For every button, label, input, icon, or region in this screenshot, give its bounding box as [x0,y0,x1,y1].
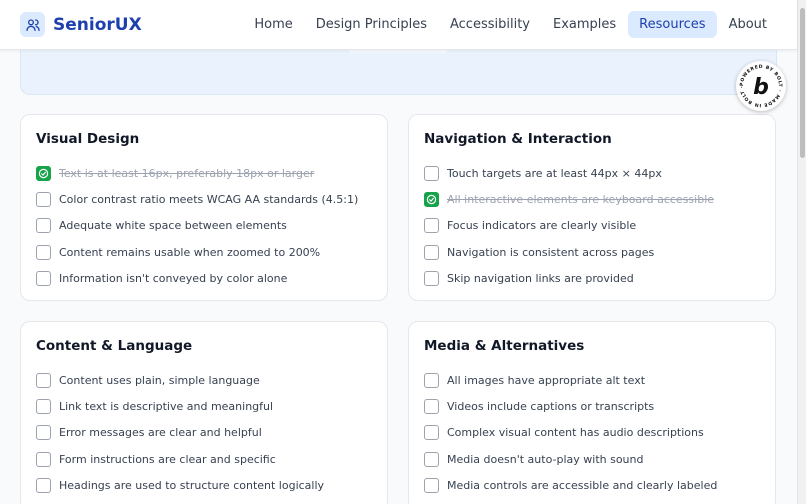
checklist-item[interactable]: Error messages are clear and helpful [36,424,262,440]
scrollbar-thumb[interactable] [800,8,805,158]
checkbox[interactable] [424,270,439,286]
checklist-item[interactable]: Touch targets are at least 44px × 44px [424,165,662,181]
checklist-item[interactable]: Content uses plain, simple language [36,372,260,388]
card-title: Visual Design [36,131,140,147]
users-icon [20,12,45,37]
item-label: Information isn't conveyed by color alon… [59,271,288,285]
item-label: Touch targets are at least 44px × 44px [447,166,662,180]
bolt-badge[interactable]: POWERED BY BOLT · MADE IN BOLT · NEW b [733,57,786,111]
check-circle-icon [38,168,49,178]
checklist-item[interactable]: Headings are used to structure content l… [36,477,324,493]
checklist-item[interactable]: All interactive elements are keyboard ac… [424,191,714,207]
checklist-item[interactable]: Information isn't conveyed by color alon… [36,270,287,286]
item-label: All images have appropriate alt text [447,373,646,387]
item-label: Videos include captions or transcripts [447,399,655,413]
item-label: Complex visual content has audio descrip… [447,425,704,439]
card-title: Navigation & Interaction [424,131,612,147]
item-label: All interactive elements are keyboard ac… [447,192,715,206]
checkbox-checked[interactable] [424,191,439,207]
checkbox[interactable] [424,217,439,233]
checkbox[interactable] [36,477,51,493]
item-label: Link text is descriptive and meaningful [59,399,274,413]
nav-link-about[interactable]: About [718,11,778,38]
item-label: Media doesn't auto-play with sound [447,452,644,466]
item-label: Navigation is consistent across pages [447,245,655,259]
checklist-item[interactable]: Skip navigation links are provided [424,270,634,286]
checkbox[interactable] [424,424,439,440]
checklist-card-content-language: Content & Language Content uses plain, s… [20,321,388,504]
card-title: Media & Alternatives [424,338,585,354]
checklist-item[interactable]: Media doesn't auto-play with sound [424,451,644,467]
brand-name: SeniorUX [53,14,142,35]
check-circle-icon [426,194,437,204]
checklist-card-media: Media & Alternatives All images have app… [408,321,776,504]
item-label: Form instructions are clear and specific [59,452,276,466]
checklist-item[interactable]: Complex visual content has audio descrip… [424,424,704,440]
nav-link-resources[interactable]: Resources [628,11,717,38]
checkbox[interactable] [36,424,51,440]
checkbox[interactable] [36,270,51,286]
top-navbar: SeniorUX Home Design Principles Accessib… [0,0,797,50]
checkbox[interactable] [36,372,51,388]
checkbox[interactable] [424,165,439,181]
checklist-item[interactable]: Text is at least 16px, preferably 18px o… [36,165,314,181]
item-label: Content uses plain, simple language [59,373,260,387]
checkbox-checked[interactable] [36,165,51,181]
checklist-card-navigation: Navigation & Interaction Touch targets a… [408,114,776,301]
item-label: Text is at least 16px, preferably 18px o… [59,166,315,180]
nav-link-examples[interactable]: Examples [542,11,627,38]
item-label: Color contrast ratio meets WCAG AA stand… [59,192,359,206]
item-label: Focus indicators are clearly visible [447,218,637,232]
nav-link-accessibility[interactable]: Accessibility [439,11,541,38]
item-label: Error messages are clear and helpful [59,425,262,439]
checkbox[interactable] [424,451,439,467]
svg-text:b: b [753,75,769,100]
checklist-item[interactable]: Color contrast ratio meets WCAG AA stand… [36,191,358,207]
checkbox[interactable] [424,244,439,260]
checklist-item[interactable]: All images have appropriate alt text [424,372,645,388]
checklist-item[interactable]: Link text is descriptive and meaningful [36,398,273,414]
card-title: Content & Language [36,338,193,354]
checkbox[interactable] [36,244,51,260]
checklist-item[interactable]: Videos include captions or transcripts [424,398,654,414]
checkbox[interactable] [424,372,439,388]
checkbox[interactable] [36,451,51,467]
checkbox[interactable] [36,398,51,414]
page-scrollbar[interactable] [797,0,806,504]
item-label: Media controls are accessible and clearl… [447,478,718,492]
checkbox[interactable] [36,191,51,207]
checklist-item[interactable]: Focus indicators are clearly visible [424,217,636,233]
checkbox[interactable] [36,217,51,233]
item-label: Adequate white space between elements [59,218,287,232]
item-label: Content remains usable when zoomed to 20… [59,245,321,259]
checklist-item[interactable]: Adequate white space between elements [36,217,287,233]
checklist-item[interactable]: Media controls are accessible and clearl… [424,477,717,493]
checkbox[interactable] [424,477,439,493]
nav-link-home[interactable]: Home [243,11,303,38]
checklist-item[interactable]: Navigation is consistent across pages [424,244,654,260]
main-nav: Home Design Principles Accessibility Exa… [242,11,778,38]
checkbox[interactable] [424,398,439,414]
checklist-card-visual-design: Visual Design Text is at least 16px, pre… [20,114,388,301]
brand[interactable]: SeniorUX [20,12,142,37]
bolt-logo-icon: POWERED BY BOLT · MADE IN BOLT · NEW b [733,57,782,108]
checklist-item[interactable]: Form instructions are clear and specific [36,451,276,467]
item-label: Headings are used to structure content l… [59,478,325,492]
checklist-item[interactable]: Content remains usable when zoomed to 20… [36,244,320,260]
nav-link-design-principles[interactable]: Design Principles [305,11,438,38]
item-label: Skip navigation links are provided [447,271,634,285]
